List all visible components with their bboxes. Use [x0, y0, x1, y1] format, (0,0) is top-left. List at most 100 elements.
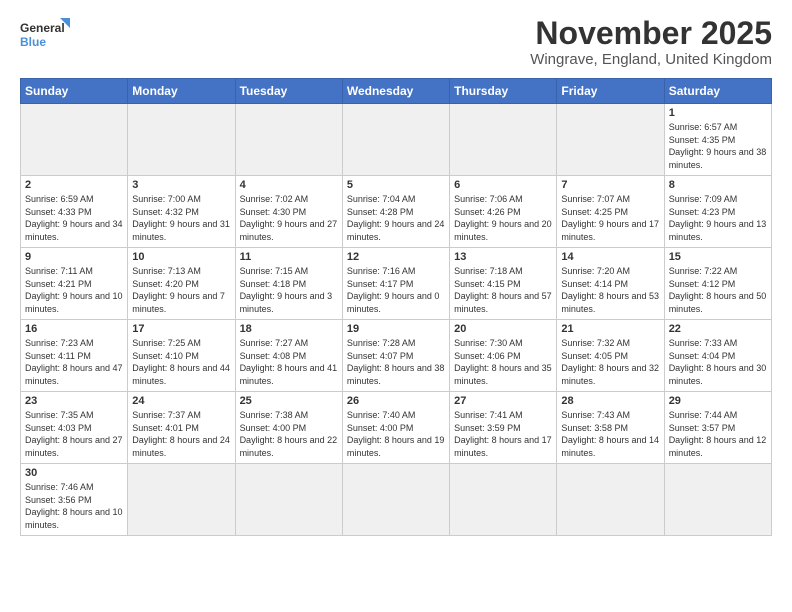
day-info: Sunrise: 7:18 AM Sunset: 4:15 PM Dayligh…	[454, 265, 552, 315]
calendar-header: General Blue November 2025 Wingrave, Eng…	[20, 16, 772, 68]
day-number: 14	[561, 251, 659, 263]
day-info: Sunrise: 7:07 AM Sunset: 4:25 PM Dayligh…	[561, 193, 659, 243]
day-number: 29	[669, 395, 767, 407]
calendar-cell	[235, 104, 342, 176]
day-info: Sunrise: 7:13 AM Sunset: 4:20 PM Dayligh…	[132, 265, 230, 315]
calendar-cell	[342, 104, 449, 176]
day-info: Sunrise: 7:30 AM Sunset: 4:06 PM Dayligh…	[454, 337, 552, 387]
calendar-cell: 25 Sunrise: 7:38 AM Sunset: 4:00 PM Dayli…	[235, 392, 342, 464]
calendar-cell: 4 Sunrise: 7:02 AM Sunset: 4:30 PM Daylig…	[235, 176, 342, 248]
logo-svg: General Blue	[20, 16, 70, 56]
calendar-page: General Blue November 2025 Wingrave, Eng…	[0, 0, 792, 612]
day-info: Sunrise: 7:04 AM Sunset: 4:28 PM Dayligh…	[347, 193, 445, 243]
calendar-cell: 10 Sunrise: 7:13 AM Sunset: 4:20 PM Dayli…	[128, 248, 235, 320]
day-info: Sunrise: 7:43 AM Sunset: 3:58 PM Dayligh…	[561, 409, 659, 459]
week-row-6: 30 Sunrise: 7:46 AM Sunset: 3:56 PM Dayli…	[21, 464, 772, 536]
weekday-header-saturday: Saturday	[664, 79, 771, 104]
week-row-1: 1 Sunrise: 6:57 AM Sunset: 4:35 PM Daylig…	[21, 104, 772, 176]
day-number: 9	[25, 251, 123, 263]
day-info: Sunrise: 7:00 AM Sunset: 4:32 PM Dayligh…	[132, 193, 230, 243]
day-number: 25	[240, 395, 338, 407]
week-row-3: 9 Sunrise: 7:11 AM Sunset: 4:21 PM Daylig…	[21, 248, 772, 320]
day-info: Sunrise: 7:38 AM Sunset: 4:00 PM Dayligh…	[240, 409, 338, 459]
day-number: 4	[240, 179, 338, 191]
day-number: 16	[25, 323, 123, 335]
calendar-cell	[235, 464, 342, 536]
calendar-cell	[450, 464, 557, 536]
calendar-cell: 2 Sunrise: 6:59 AM Sunset: 4:33 PM Daylig…	[21, 176, 128, 248]
calendar-cell: 13 Sunrise: 7:18 AM Sunset: 4:15 PM Dayli…	[450, 248, 557, 320]
calendar-cell: 9 Sunrise: 7:11 AM Sunset: 4:21 PM Daylig…	[21, 248, 128, 320]
day-number: 10	[132, 251, 230, 263]
day-number: 15	[669, 251, 767, 263]
day-number: 8	[669, 179, 767, 191]
calendar-cell	[342, 464, 449, 536]
calendar-cell	[128, 464, 235, 536]
calendar-cell: 23 Sunrise: 7:35 AM Sunset: 4:03 PM Dayli…	[21, 392, 128, 464]
weekday-header-monday: Monday	[128, 79, 235, 104]
calendar-cell	[450, 104, 557, 176]
day-info: Sunrise: 7:09 AM Sunset: 4:23 PM Dayligh…	[669, 193, 767, 243]
day-info: Sunrise: 7:37 AM Sunset: 4:01 PM Dayligh…	[132, 409, 230, 459]
calendar-cell: 24 Sunrise: 7:37 AM Sunset: 4:01 PM Dayli…	[128, 392, 235, 464]
day-info: Sunrise: 6:57 AM Sunset: 4:35 PM Dayligh…	[669, 121, 767, 171]
day-number: 23	[25, 395, 123, 407]
calendar-cell: 28Sunrise: 7:43 AM Sunset: 3:58 PM Dayli…	[557, 392, 664, 464]
day-number: 27	[454, 395, 552, 407]
week-row-2: 2 Sunrise: 6:59 AM Sunset: 4:33 PM Daylig…	[21, 176, 772, 248]
calendar-cell: 29 Sunrise: 7:44 AM Sunset: 3:57 PM Dayli…	[664, 392, 771, 464]
day-info: Sunrise: 7:20 AM Sunset: 4:14 PM Dayligh…	[561, 265, 659, 315]
day-info: Sunrise: 7:35 AM Sunset: 4:03 PM Dayligh…	[25, 409, 123, 459]
week-row-4: 16 Sunrise: 7:23 AM Sunset: 4:11 PM Dayli…	[21, 320, 772, 392]
day-number: 24	[132, 395, 230, 407]
day-info: Sunrise: 7:32 AM Sunset: 4:05 PM Dayligh…	[561, 337, 659, 387]
day-info: Sunrise: 7:33 AM Sunset: 4:04 PM Dayligh…	[669, 337, 767, 387]
day-number: 1	[669, 107, 767, 119]
day-info: Sunrise: 7:22 AM Sunset: 4:12 PM Dayligh…	[669, 265, 767, 315]
day-number: 26	[347, 395, 445, 407]
day-number: 17	[132, 323, 230, 335]
day-info: Sunrise: 7:06 AM Sunset: 4:26 PM Dayligh…	[454, 193, 552, 243]
day-info: Sunrise: 7:41 AM Sunset: 3:59 PM Dayligh…	[454, 409, 552, 459]
logo: General Blue	[20, 16, 70, 56]
calendar-cell	[557, 464, 664, 536]
day-info: Sunrise: 7:25 AM Sunset: 4:10 PM Dayligh…	[132, 337, 230, 387]
day-info: Sunrise: 7:46 AM Sunset: 3:56 PM Dayligh…	[25, 481, 123, 531]
calendar-cell: 8 Sunrise: 7:09 AM Sunset: 4:23 PM Daylig…	[664, 176, 771, 248]
day-info: Sunrise: 7:11 AM Sunset: 4:21 PM Dayligh…	[25, 265, 123, 315]
calendar-cell	[21, 104, 128, 176]
weekday-header-sunday: Sunday	[21, 79, 128, 104]
day-number: 7	[561, 179, 659, 191]
calendar-cell: 11Sunrise: 7:15 AM Sunset: 4:18 PM Dayli…	[235, 248, 342, 320]
day-number: 18	[240, 323, 338, 335]
calendar-subtitle: Wingrave, England, United Kingdom	[530, 51, 772, 68]
day-number: 11	[240, 251, 338, 263]
svg-text:General: General	[20, 21, 65, 35]
calendar-cell: 12Sunrise: 7:16 AM Sunset: 4:17 PM Dayli…	[342, 248, 449, 320]
calendar-cell	[557, 104, 664, 176]
day-number: 12	[347, 251, 445, 263]
calendar-cell: 16 Sunrise: 7:23 AM Sunset: 4:11 PM Dayli…	[21, 320, 128, 392]
day-info: Sunrise: 6:59 AM Sunset: 4:33 PM Dayligh…	[25, 193, 123, 243]
day-number: 30	[25, 467, 123, 479]
day-info: Sunrise: 7:40 AM Sunset: 4:00 PM Dayligh…	[347, 409, 445, 459]
day-info: Sunrise: 7:23 AM Sunset: 4:11 PM Dayligh…	[25, 337, 123, 387]
calendar-cell: 19Sunrise: 7:28 AM Sunset: 4:07 PM Dayli…	[342, 320, 449, 392]
calendar-cell: 17 Sunrise: 7:25 AM Sunset: 4:10 PM Dayli…	[128, 320, 235, 392]
day-number: 13	[454, 251, 552, 263]
calendar-cell: 22Sunrise: 7:33 AM Sunset: 4:04 PM Dayli…	[664, 320, 771, 392]
calendar-cell: 1 Sunrise: 6:57 AM Sunset: 4:35 PM Daylig…	[664, 104, 771, 176]
day-number: 2	[25, 179, 123, 191]
day-number: 6	[454, 179, 552, 191]
calendar-cell: 6 Sunrise: 7:06 AM Sunset: 4:26 PM Daylig…	[450, 176, 557, 248]
calendar-cell: 26 Sunrise: 7:40 AM Sunset: 4:00 PM Dayli…	[342, 392, 449, 464]
weekday-header-tuesday: Tuesday	[235, 79, 342, 104]
day-info: Sunrise: 7:44 AM Sunset: 3:57 PM Dayligh…	[669, 409, 767, 459]
day-info: Sunrise: 7:02 AM Sunset: 4:30 PM Dayligh…	[240, 193, 338, 243]
calendar-cell: 3Sunrise: 7:00 AM Sunset: 4:32 PM Daylig…	[128, 176, 235, 248]
day-info: Sunrise: 7:27 AM Sunset: 4:08 PM Dayligh…	[240, 337, 338, 387]
weekday-header-wednesday: Wednesday	[342, 79, 449, 104]
calendar-cell: 21 Sunrise: 7:32 AM Sunset: 4:05 PM Dayli…	[557, 320, 664, 392]
calendar-cell: 20Sunrise: 7:30 AM Sunset: 4:06 PM Dayli…	[450, 320, 557, 392]
day-number: 21	[561, 323, 659, 335]
